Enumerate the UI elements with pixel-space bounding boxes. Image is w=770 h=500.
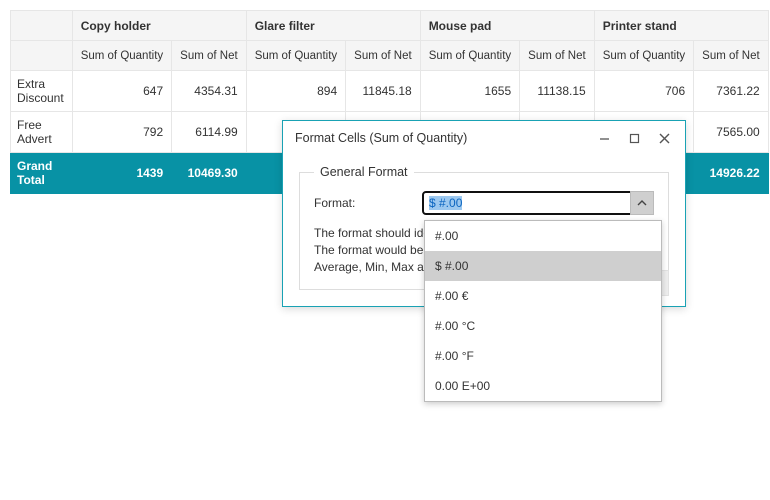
sub-header: Sum of Net	[694, 41, 769, 71]
group-header: Glare filter	[246, 11, 420, 41]
chevron-up-icon	[637, 200, 647, 206]
dropdown-option[interactable]: $ #.00	[425, 251, 661, 281]
cell[interactable]: 11138.15	[520, 71, 595, 112]
fieldset-legend: General Format	[314, 165, 414, 179]
group-header-row: Copy holder Glare filter Mouse pad Print…	[11, 11, 769, 41]
dropdown-toggle-button[interactable]	[630, 191, 654, 215]
maximize-button[interactable]	[621, 126, 647, 150]
group-header: Copy holder	[72, 11, 246, 41]
format-dropdown-list[interactable]: #.00 $ #.00 #.00 € #.00 °C #.00 °F 0.00 …	[424, 220, 662, 402]
corner-cell	[11, 11, 73, 41]
dropdown-option[interactable]: #.00 °C	[425, 311, 661, 341]
dropdown-option[interactable]: #.00 €	[425, 281, 661, 311]
format-input[interactable]	[422, 191, 654, 215]
row-label: Free Advert	[11, 112, 73, 153]
total-cell[interactable]: 14926.22	[694, 153, 769, 194]
dialog-titlebar[interactable]: Format Cells (Sum of Quantity)	[283, 121, 685, 155]
sub-header: Sum of Net	[520, 41, 595, 71]
cell[interactable]: 1655	[420, 71, 519, 112]
cell[interactable]: 647	[72, 71, 171, 112]
table-row[interactable]: Extra Discount 647 4354.31 894 11845.18 …	[11, 71, 769, 112]
total-cell[interactable]: 1439	[72, 153, 171, 194]
cell[interactable]: 11845.18	[346, 71, 421, 112]
cell[interactable]: 7361.22	[694, 71, 769, 112]
sub-header: Sum of Quantity	[594, 41, 693, 71]
cell[interactable]: 4354.31	[172, 71, 247, 112]
cell[interactable]: 706	[594, 71, 693, 112]
grand-total-label: Grand Total	[11, 153, 73, 194]
sub-header: Sum of Net	[172, 41, 247, 71]
sub-header: Sum of Quantity	[246, 41, 345, 71]
format-combobox[interactable]	[422, 191, 654, 215]
cell[interactable]: 6114.99	[172, 112, 247, 153]
cell[interactable]: 792	[72, 112, 171, 153]
cell[interactable]: 7565.00	[694, 112, 769, 153]
format-label: Format:	[314, 196, 414, 210]
cell[interactable]: 894	[246, 71, 345, 112]
dropdown-option[interactable]: #.00	[425, 221, 661, 251]
sub-header-row: Sum of Quantity Sum of Net Sum of Quanti…	[11, 41, 769, 71]
row-label-header	[11, 41, 73, 71]
sub-header: Sum of Net	[346, 41, 421, 71]
row-label: Extra Discount	[11, 71, 73, 112]
group-header: Printer stand	[594, 11, 768, 41]
close-button[interactable]	[651, 126, 677, 150]
minimize-button[interactable]	[591, 126, 617, 150]
sub-header: Sum of Quantity	[72, 41, 171, 71]
dropdown-option[interactable]: #.00 °F	[425, 341, 661, 371]
group-header: Mouse pad	[420, 11, 594, 41]
total-cell[interactable]: 10469.30	[172, 153, 247, 194]
dialog-title: Format Cells (Sum of Quantity)	[295, 131, 591, 145]
sub-header: Sum of Quantity	[420, 41, 519, 71]
dropdown-option[interactable]: 0.00 E+00	[425, 371, 661, 401]
